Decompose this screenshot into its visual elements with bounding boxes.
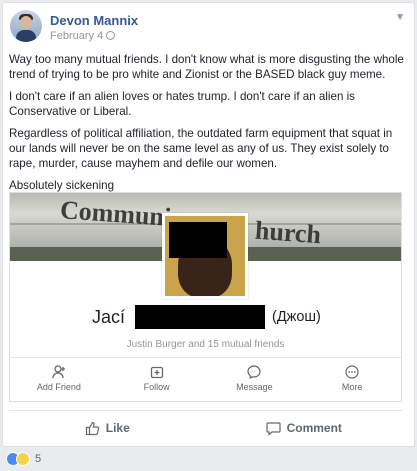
redaction-box — [135, 305, 265, 329]
divider — [9, 410, 402, 411]
author-name[interactable]: Devon Mannix — [50, 13, 138, 28]
comment-icon — [265, 421, 281, 436]
add-friend-label: Add Friend — [36, 382, 81, 392]
cover-photo-text: hurch — [254, 215, 322, 250]
profile-name[interactable]: Jací (Джош) — [10, 305, 401, 331]
more-label: More — [341, 382, 363, 392]
post-text: Way too many mutual friends. I don't kno… — [9, 52, 407, 200]
reaction-summary[interactable]: 5 — [6, 452, 41, 466]
add-friend-icon — [52, 365, 65, 379]
post-header: Devon Mannix February 4 ▼ — [10, 10, 407, 46]
cover-photo-text: Communi — [59, 195, 173, 232]
post-paragraph: Absolutely sickening — [9, 179, 115, 192]
reaction-count: 5 — [35, 453, 42, 465]
message-label: Message — [236, 382, 273, 392]
globe-icon — [106, 31, 116, 40]
messenger-icon — [247, 365, 261, 379]
chevron-down-icon[interactable]: ▼ — [395, 12, 405, 23]
profile-last-name: (Джош) — [272, 309, 321, 325]
post-meta: February 4 — [50, 30, 116, 42]
like-label: Like — [105, 421, 130, 435]
profile-actions: Add Friend Follow Message More — [10, 361, 401, 399]
comment-button[interactable]: Comment — [206, 414, 403, 442]
like-button[interactable]: Like — [9, 414, 206, 442]
profile-first-name: Jací — [92, 307, 126, 327]
more-icon — [345, 365, 359, 379]
mutual-friends-text[interactable]: Justin Burger and 15 mutual friends — [10, 339, 401, 350]
post-actions: Like Comment — [9, 414, 402, 442]
follow-icon — [150, 366, 163, 379]
comment-label: Comment — [286, 421, 342, 435]
redaction-box — [169, 222, 227, 258]
follow-button[interactable]: Follow — [108, 361, 206, 399]
add-friend-button[interactable]: Add Friend — [10, 361, 108, 399]
thumbs-up-icon — [85, 421, 99, 435]
message-button[interactable]: Message — [206, 361, 304, 399]
post-paragraph: I don't care if an alien loves or hates … — [9, 90, 355, 118]
post-paragraph: Regardless of political affiliation, the… — [9, 127, 393, 170]
more-button[interactable]: More — [303, 361, 401, 399]
post-date[interactable]: February 4 — [50, 30, 103, 42]
follow-label: Follow — [143, 382, 170, 392]
post-paragraph: Way too many mutual friends. I don't kno… — [9, 53, 404, 81]
shared-profile-card[interactable]: Communi hurch Jací (Джош) Justin Burger … — [9, 192, 402, 402]
author-avatar[interactable] — [10, 10, 42, 42]
profile-photo[interactable] — [162, 213, 248, 299]
divider — [10, 357, 401, 358]
haha-reaction-icon — [16, 452, 30, 466]
